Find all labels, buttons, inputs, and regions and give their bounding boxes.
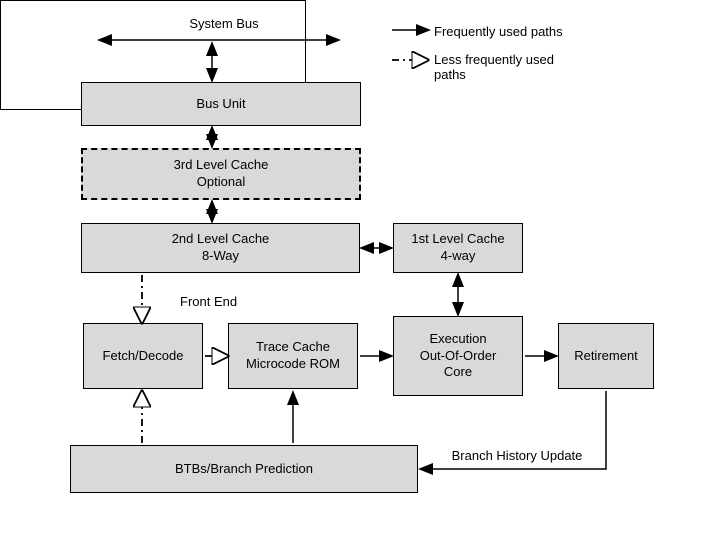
retirement-block: Retirement xyxy=(558,323,654,389)
fetch-decode-text: Fetch/Decode xyxy=(103,348,184,365)
exec-line2: Out-Of-Order xyxy=(420,348,497,365)
trace-cache-line1: Trace Cache xyxy=(256,339,330,356)
l1-cache-line1: 1st Level Cache xyxy=(411,231,504,248)
l3-cache-block: 3rd Level Cache Optional xyxy=(81,148,361,200)
branch-history-label: Branch History Update xyxy=(438,448,596,463)
exec-line3: Core xyxy=(444,364,472,381)
bus-unit-text: Bus Unit xyxy=(196,96,245,113)
l1-cache-block: 1st Level Cache 4-way xyxy=(393,223,523,273)
exec-line1: Execution xyxy=(429,331,486,348)
l1-cache-line2: 4-way xyxy=(441,248,476,265)
l3-cache-line2: Optional xyxy=(197,174,245,191)
l2-cache-line1: 2nd Level Cache xyxy=(172,231,270,248)
retirement-text: Retirement xyxy=(574,348,638,365)
btb-block: BTBs/Branch Prediction xyxy=(70,445,418,493)
bus-unit-block: Bus Unit xyxy=(81,82,361,126)
execution-block: Execution Out-Of-Order Core xyxy=(393,316,523,396)
trace-cache-block: Trace Cache Microcode ROM xyxy=(228,323,358,389)
l3-cache-line1: 3rd Level Cache xyxy=(174,157,269,174)
front-end-label: Front End xyxy=(176,294,241,309)
trace-cache-line2: Microcode ROM xyxy=(246,356,340,373)
fetch-decode-block: Fetch/Decode xyxy=(83,323,203,389)
btb-text: BTBs/Branch Prediction xyxy=(175,461,313,478)
l2-cache-block: 2nd Level Cache 8-Way xyxy=(81,223,360,273)
legend-less-frequent-label: Less frequently used paths xyxy=(434,52,574,82)
system-bus-label: System Bus xyxy=(170,16,278,31)
legend-frequent-label: Frequently used paths xyxy=(434,24,563,39)
l2-cache-line2: 8-Way xyxy=(202,248,239,265)
